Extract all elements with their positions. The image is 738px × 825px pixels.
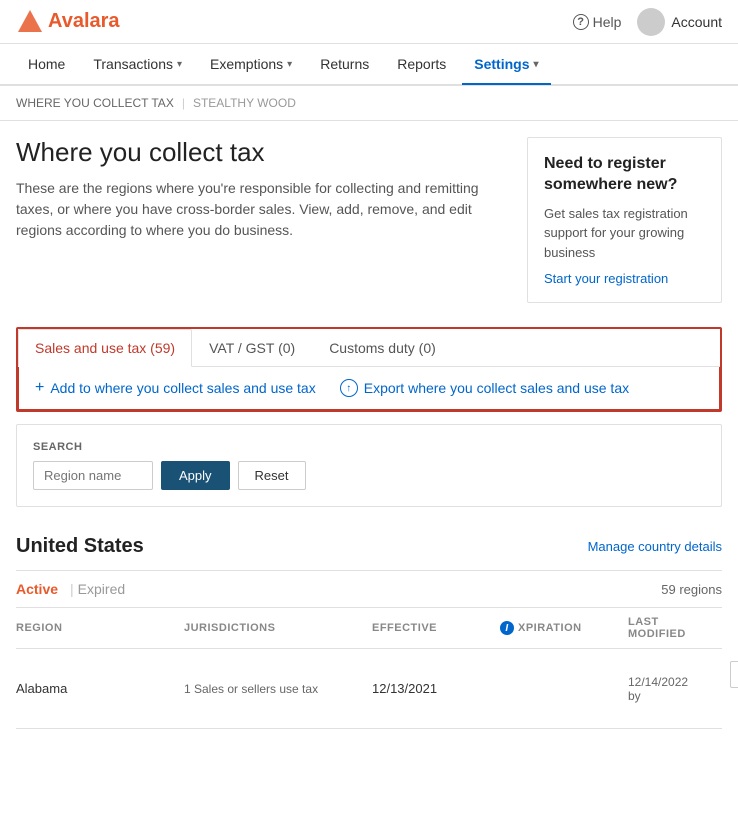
chevron-down-icon: ▾ [287,59,292,70]
country-header: United States Manage country details [16,523,722,571]
main-content: Where you collect tax These are the regi… [0,121,738,745]
logo-wordmark: Avalara [48,10,120,33]
upload-icon: ↑ [340,379,358,397]
th-region: REGION [16,616,176,640]
th-region-label: REGION [16,622,62,634]
logo[interactable]: Avalara [16,8,120,36]
details-button[interactable]: Details [730,661,738,688]
chevron-down-icon: ▾ [177,59,182,70]
tab-vat-gst-label: VAT / GST (0) [209,340,295,356]
logo-icon [16,8,44,36]
status-tab-active[interactable]: Active [16,581,66,597]
apply-button[interactable]: Apply [161,461,230,490]
page-header-left: Where you collect tax These are the regi… [16,137,507,303]
region-count: 59 regions [661,582,722,597]
status-tabs: Active | Expired 59 regions [16,571,722,608]
help-button[interactable]: ? Help [573,14,622,30]
search-row: Apply Reset [33,461,705,490]
nav-settings[interactable]: Settings ▾ [462,45,550,85]
top-navigation: Avalara ? Help Account [0,0,738,44]
nav-transactions[interactable]: Transactions ▾ [81,45,194,85]
avatar [637,8,665,36]
main-navigation: Home Transactions ▾ Exemptions ▾ Returns… [0,44,738,86]
tabs-container: Sales and use tax (59) VAT / GST (0) Cus… [18,329,720,367]
th-effective: EFFECTIVE [372,616,492,640]
nav-exemptions-label: Exemptions [210,56,283,72]
search-input[interactable] [33,461,153,490]
status-tab-expired[interactable]: Expired [78,581,133,597]
nav-transactions-label: Transactions [93,56,173,72]
chevron-down-icon: ▾ [534,59,539,70]
top-right-actions: ? Help Account [573,8,722,36]
nav-settings-label: Settings [474,56,529,72]
search-section: SEARCH Apply Reset [16,424,722,507]
tab-customs-duty-label: Customs duty (0) [329,340,436,356]
tabs-action-wrapper: Sales and use tax (59) VAT / GST (0) Cus… [16,327,722,412]
th-expiration: i XPIRATION [500,616,620,640]
td-effective: 12/13/2021 [372,681,492,696]
account-label: Account [671,14,722,30]
breadcrumb-separator: | [182,96,185,110]
manage-country-link[interactable]: Manage country details [588,539,722,554]
tab-vat-gst[interactable]: VAT / GST (0) [192,329,312,367]
td-last-modified-text: 12/14/2022 by [628,675,688,703]
info-icon[interactable]: i [500,621,514,635]
th-last-modified: LAST MODIFIED [628,616,686,640]
table-row: Alabama 1 Sales or sellers use tax 12/13… [16,649,722,729]
tabs-row: Sales and use tax (59) VAT / GST (0) Cus… [18,329,720,366]
country-name: United States [16,535,144,558]
table-header: REGION JURISDICTIONS EFFECTIVE i XPIRATI… [16,608,722,649]
page-header: Where you collect tax These are the regi… [16,137,722,303]
page-title: Where you collect tax [16,137,507,168]
plus-icon: + [35,379,44,397]
reset-button[interactable]: Reset [238,461,306,490]
sidebar-text: Get sales tax registration support for y… [544,204,705,263]
breadcrumb: WHERE YOU COLLECT TAX | STEALTHY WOOD [0,86,738,121]
th-jurisdictions: JURISDICTIONS [184,616,364,640]
nav-home[interactable]: Home [16,45,77,85]
th-expiration-label: XPIRATION [518,622,582,634]
th-effective-label: EFFECTIVE [372,622,437,634]
add-link-label: Add to where you collect sales and use t… [50,380,315,396]
tab-customs-duty[interactable]: Customs duty (0) [312,329,453,367]
th-actions [694,616,738,640]
status-separator: | [70,581,74,597]
breadcrumb-first: WHERE YOU COLLECT TAX [16,96,174,110]
account-button[interactable]: Account [637,8,722,36]
td-actions: Details 🗑 [696,661,738,716]
page-description: These are the regions where you're respo… [16,178,507,241]
start-registration-link[interactable]: Start your registration [544,271,668,286]
sidebar-title: Need to register somewhere new? [544,154,705,196]
breadcrumb-current: STEALTHY WOOD [193,96,296,110]
th-last-modified-label: LAST MODIFIED [628,616,686,640]
logo-text: Avalara [16,8,120,36]
add-collection-link[interactable]: + Add to where you collect sales and use… [35,379,316,397]
nav-exemptions[interactable]: Exemptions ▾ [198,45,304,85]
nav-reports[interactable]: Reports [385,45,458,85]
help-label: Help [593,14,622,30]
action-bar: + Add to where you collect sales and use… [18,367,720,410]
td-jurisdictions-text: 1 Sales or sellers use tax [184,682,318,696]
tab-sales-use-tax-label: Sales and use tax (59) [35,340,175,356]
search-label: SEARCH [33,441,705,453]
export-link[interactable]: ↑ Export where you collect sales and use… [340,379,629,397]
td-jurisdictions: 1 Sales or sellers use tax [184,682,364,696]
registration-sidebar: Need to register somewhere new? Get sale… [527,137,722,303]
td-region: Alabama [16,681,176,696]
nav-returns[interactable]: Returns [308,45,381,85]
td-last-modified: 12/14/2022 by [628,675,688,703]
export-link-label: Export where you collect sales and use t… [364,380,629,396]
help-circle-icon: ? [573,14,589,30]
tab-sales-use-tax[interactable]: Sales and use tax (59) [18,329,192,367]
th-jurisdictions-label: JURISDICTIONS [184,622,275,634]
